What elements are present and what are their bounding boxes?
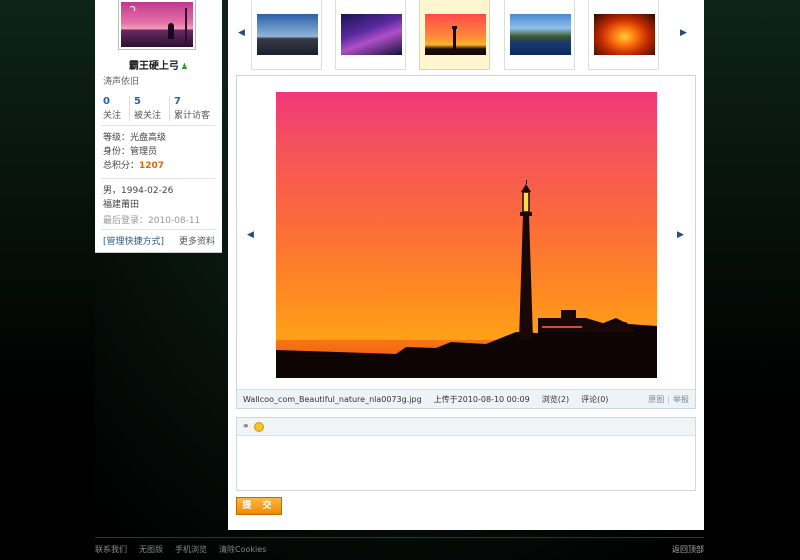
profile-card: 霸王硬上弓 ♟ 涛声依旧 0 关注 5 被关注 7 累计访客 等级：光盘高级 身份…: [95, 0, 222, 253]
footer-link-contact[interactable]: 联系我们: [95, 544, 127, 555]
username-text: 霸王硬上弓: [128, 61, 179, 72]
footer-link-text-version[interactable]: 无图版: [139, 544, 163, 555]
link-icon[interactable]: ⚭: [242, 422, 250, 432]
prev-photo-icon[interactable]: ◀: [247, 230, 254, 240]
thumbnail-image: [425, 14, 486, 55]
user-score: 总积分：1207: [103, 159, 166, 173]
last-login: 最后登录：2010-08-11: [103, 216, 201, 226]
user-rank-info: 等级：光盘高级 身份：管理员 总积分：1207: [103, 131, 166, 173]
user-level: 等级：光盘高级: [103, 133, 167, 143]
photo-actions: 原图 | 举报: [648, 394, 689, 405]
lighthouse-silhouette: [276, 180, 657, 378]
user-role: 身份：管理员: [103, 147, 158, 157]
photo-info-bar: Wallcoo_com_Beautiful_nature_nla0073g.jp…: [237, 389, 695, 408]
user-motto: 涛声依旧: [103, 77, 140, 87]
avatar[interactable]: [118, 0, 196, 50]
divider: [101, 125, 216, 126]
divider: [101, 229, 216, 230]
submit-button[interactable]: 提 交: [236, 497, 282, 515]
profile-links: [管理快捷方式] 更多资料: [103, 234, 215, 247]
main-panel: ◀ ▶ ◀ ▶ Wallcoo_com_Beautiful_nature_nla…: [228, 0, 704, 530]
thumbnail[interactable]: [251, 0, 322, 70]
thumbnail[interactable]: [588, 0, 659, 70]
user-stats: 0 关注 5 被关注 7 累计访客: [103, 96, 222, 121]
thumbnail-image: [510, 14, 571, 55]
upload-time: 上传于2010-08-10 00:09: [433, 394, 530, 404]
footer-link-mobile[interactable]: 手机浏览: [175, 544, 207, 555]
divider: [101, 178, 216, 179]
footer: 联系我们 无图版 手机浏览 清除Cookies 返回顶部: [95, 537, 704, 560]
thumbnail[interactable]: [335, 0, 406, 70]
main-photo[interactable]: [276, 92, 657, 378]
user-location: 福建莆田: [103, 200, 140, 210]
score-label: 总积分：: [103, 161, 140, 171]
emoticon-icon[interactable]: [253, 421, 264, 432]
online-user-icon: ♟: [180, 62, 189, 71]
back-to-top-link[interactable]: 返回顶部: [672, 544, 704, 555]
stat-value: 0: [103, 96, 110, 107]
separator: |: [667, 394, 670, 404]
stat-following[interactable]: 0 关注: [103, 96, 130, 121]
manage-shortcuts-link[interactable]: [管理快捷方式]: [103, 234, 164, 247]
stat-visitors[interactable]: 7 累计访客: [174, 96, 218, 121]
view-count: 浏览(2): [541, 394, 570, 404]
thumbnail-image: [594, 14, 655, 55]
avatar-image: [121, 2, 193, 47]
comment-toolbar: ⚭: [237, 418, 695, 436]
left-backdrop: [0, 0, 95, 540]
report-link[interactable]: 举报: [673, 395, 689, 404]
next-photo-icon[interactable]: ▶: [677, 230, 684, 240]
thumbnail-strip: ◀ ▶: [236, 0, 696, 70]
photo-filename: Wallcoo_com_Beautiful_nature_nla0073g.jp…: [243, 394, 422, 404]
comment-count: 评论(0): [581, 394, 609, 404]
stat-label: 被关注: [134, 111, 162, 121]
thumbnail-image: [341, 14, 402, 55]
stat-value: 5: [134, 96, 141, 107]
comment-box: ⚭: [236, 417, 696, 491]
thumbnail[interactable]: [504, 0, 575, 70]
score-value: 1207: [139, 161, 165, 171]
footer-link-clear-cookies[interactable]: 清除Cookies: [219, 544, 266, 555]
photo-viewer: ◀ ▶ Wallcoo_com_Beautiful_nature_nla0073…: [236, 75, 696, 409]
stat-value: 7: [174, 96, 181, 107]
comment-textarea[interactable]: [237, 436, 695, 490]
username[interactable]: 霸王硬上弓 ♟: [95, 57, 222, 72]
stat-label: 累计访客: [174, 111, 211, 121]
stat-label: 关注: [103, 111, 122, 121]
right-backdrop: [703, 0, 800, 540]
user-personal-info: 男，1994-02-26 福建莆田 最后登录：2010-08-11: [103, 184, 200, 228]
user-birth: 男，1994-02-26: [103, 186, 174, 196]
next-thumbs-icon[interactable]: ▶: [680, 28, 687, 38]
thumbnail-image: [257, 14, 318, 55]
thumbnail-active[interactable]: [419, 0, 490, 70]
stat-followers[interactable]: 5 被关注: [134, 96, 170, 121]
more-info-link[interactable]: 更多资料: [179, 234, 215, 247]
prev-thumbs-icon[interactable]: ◀: [238, 28, 245, 38]
original-image-link[interactable]: 原图: [648, 395, 664, 404]
